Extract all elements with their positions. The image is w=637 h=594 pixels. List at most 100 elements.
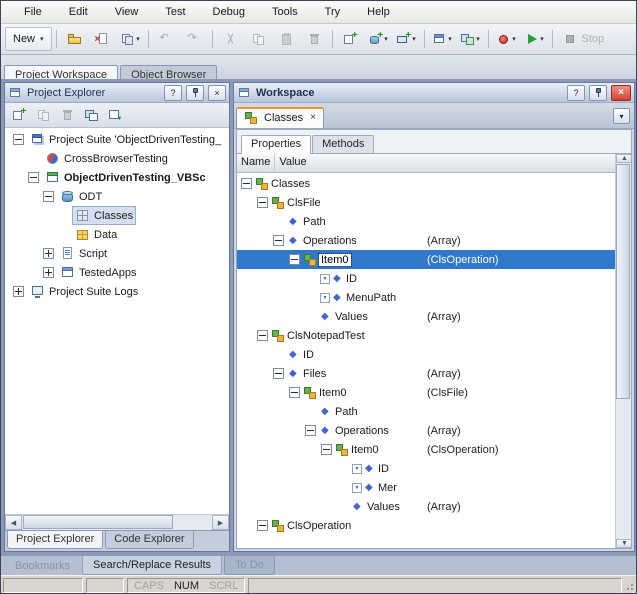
- menu-item[interactable]: Debug: [194, 4, 252, 20]
- toolbar-button[interactable]: [552, 30, 553, 48]
- grid-expander[interactable]: [289, 387, 300, 398]
- toolbar-button[interactable]: [493, 27, 520, 51]
- explorer-toolbar-button[interactable]: [104, 104, 126, 126]
- toolbar-button[interactable]: [429, 27, 456, 51]
- tree-item[interactable]: Script: [5, 244, 229, 263]
- explorer-toolbar-button[interactable]: [80, 104, 102, 126]
- toolbar-button[interactable]: [117, 27, 144, 51]
- tree-item[interactable]: ObjectDrivenTesting_VBSc: [5, 168, 229, 187]
- explorer-toolbar-button[interactable]: [8, 104, 30, 126]
- explorer-bottom-tab[interactable]: Project Explorer: [7, 531, 103, 549]
- tree-expander[interactable]: [43, 267, 54, 278]
- tree-expander[interactable]: [13, 286, 24, 297]
- close-panel-button[interactable]: ×: [208, 85, 226, 101]
- grid-expander[interactable]: [257, 330, 268, 341]
- toolbar-button[interactable]: [521, 27, 548, 51]
- toolbar-button[interactable]: [89, 27, 116, 51]
- scroll-right-button[interactable]: ▶: [212, 515, 229, 530]
- pin-button[interactable]: [589, 85, 607, 101]
- grid-row[interactable]: Values (Array): [237, 497, 616, 516]
- explorer-toolbar-button[interactable]: [32, 104, 54, 126]
- grid-row[interactable]: MenuPath: [237, 288, 616, 307]
- scrollbar-track[interactable]: [616, 163, 631, 539]
- new-button[interactable]: New: [5, 27, 52, 51]
- tree-item[interactable]: Project Suite 'ObjectDrivenTesting_: [5, 130, 229, 149]
- explorer-toolbar-button[interactable]: [56, 104, 78, 126]
- inner-tab[interactable]: Methods: [312, 135, 374, 153]
- help-button[interactable]: ?: [567, 85, 585, 101]
- tree-expander[interactable]: [43, 248, 54, 259]
- toolbar-button[interactable]: [457, 27, 484, 51]
- scroll-up-button[interactable]: ▲: [616, 154, 631, 163]
- menu-item[interactable]: View: [96, 4, 146, 20]
- close-tab-icon[interactable]: ×: [310, 113, 316, 123]
- toolbar-button[interactable]: [217, 27, 244, 51]
- menu-item[interactable]: Try: [306, 4, 347, 20]
- grid-row[interactable]: Operations (Array): [237, 231, 616, 250]
- grid-column-header[interactable]: Value: [275, 154, 616, 172]
- tree-item[interactable]: Project Suite Logs: [5, 282, 229, 301]
- scrollbar-thumb[interactable]: [23, 515, 173, 529]
- grid-expander[interactable]: [273, 235, 284, 246]
- tree-item[interactable]: Classes: [5, 206, 229, 225]
- grid-row[interactable]: Path: [237, 402, 616, 421]
- menu-item[interactable]: Tools: [253, 4, 305, 20]
- toolbar-button[interactable]: [245, 27, 272, 51]
- toolbar-button[interactable]: [365, 27, 392, 51]
- toolbar-button[interactable]: [488, 30, 489, 48]
- pin-button[interactable]: [186, 85, 204, 101]
- grid-row[interactable]: ClsNotepadTest: [237, 326, 616, 345]
- grid-expander[interactable]: [289, 254, 300, 265]
- toolbar-button[interactable]: [61, 27, 88, 51]
- grid-expander[interactable]: [273, 368, 284, 379]
- bottom-panel-tab[interactable]: Bookmarks: [5, 556, 80, 575]
- grid-row[interactable]: Operations (Array): [237, 421, 616, 440]
- menu-item[interactable]: Help: [348, 4, 397, 20]
- grid-row[interactable]: ID: [237, 269, 616, 288]
- toolbar-button[interactable]: [332, 30, 333, 48]
- grid-row[interactable]: Path: [237, 212, 616, 231]
- grid-row[interactable]: ID: [237, 459, 616, 478]
- menu-item[interactable]: Edit: [50, 4, 95, 20]
- grid-row[interactable]: ClsOperation: [237, 516, 616, 535]
- grid-expander[interactable]: [257, 197, 268, 208]
- scroll-down-button[interactable]: ▼: [616, 539, 631, 548]
- grid-row[interactable]: Values (Array): [237, 307, 616, 326]
- explorer-bottom-tab[interactable]: Code Explorer: [105, 531, 193, 549]
- scrollbar-track[interactable]: [22, 515, 212, 530]
- tree-item[interactable]: CrossBrowserTesting: [5, 149, 229, 168]
- grid-row[interactable]: Classes: [237, 174, 616, 193]
- grid-expander[interactable]: [321, 444, 332, 455]
- grid-expander[interactable]: [241, 178, 252, 189]
- tree-expander[interactable]: [13, 134, 24, 145]
- grid-row[interactable]: Item0 (ClsOperation): [237, 250, 616, 269]
- scrollbar-thumb[interactable]: [616, 164, 630, 399]
- document-tab-classes[interactable]: Classes ×: [236, 107, 324, 128]
- grid-row[interactable]: Mer: [237, 478, 616, 497]
- close-workspace-button[interactable]: ×: [611, 85, 631, 101]
- help-button[interactable]: ?: [164, 85, 182, 101]
- toolbar-button[interactable]: [393, 27, 420, 51]
- bottom-panel-tab[interactable]: To Do: [224, 556, 275, 575]
- bottom-panel-tab[interactable]: Search/Replace Results: [82, 556, 222, 575]
- tree-item[interactable]: TestedApps: [5, 263, 229, 282]
- vertical-scrollbar[interactable]: ▲ ▼: [615, 154, 631, 548]
- tab-list-button[interactable]: ▾: [613, 108, 630, 124]
- tree-item[interactable]: ODT: [5, 187, 229, 206]
- toolbar-button[interactable]: [153, 27, 180, 51]
- stop-button[interactable]: Stop: [557, 28, 611, 50]
- menu-item[interactable]: Test: [146, 4, 192, 20]
- tree-expander[interactable]: [43, 191, 54, 202]
- toolbar-button[interactable]: [301, 27, 328, 51]
- grid-column-header[interactable]: Name: [237, 154, 275, 172]
- grid-row[interactable]: ClsFile: [237, 193, 616, 212]
- grid-expander[interactable]: [257, 520, 268, 531]
- toolbar-button[interactable]: [337, 27, 364, 51]
- toolbar-button[interactable]: [181, 27, 208, 51]
- grid-row[interactable]: ID: [237, 345, 616, 364]
- scroll-left-button[interactable]: ◀: [5, 515, 22, 530]
- inner-tab[interactable]: Properties: [241, 135, 311, 154]
- tree-expander[interactable]: [28, 172, 39, 183]
- grid-expander[interactable]: [305, 425, 316, 436]
- toolbar-button[interactable]: [273, 27, 300, 51]
